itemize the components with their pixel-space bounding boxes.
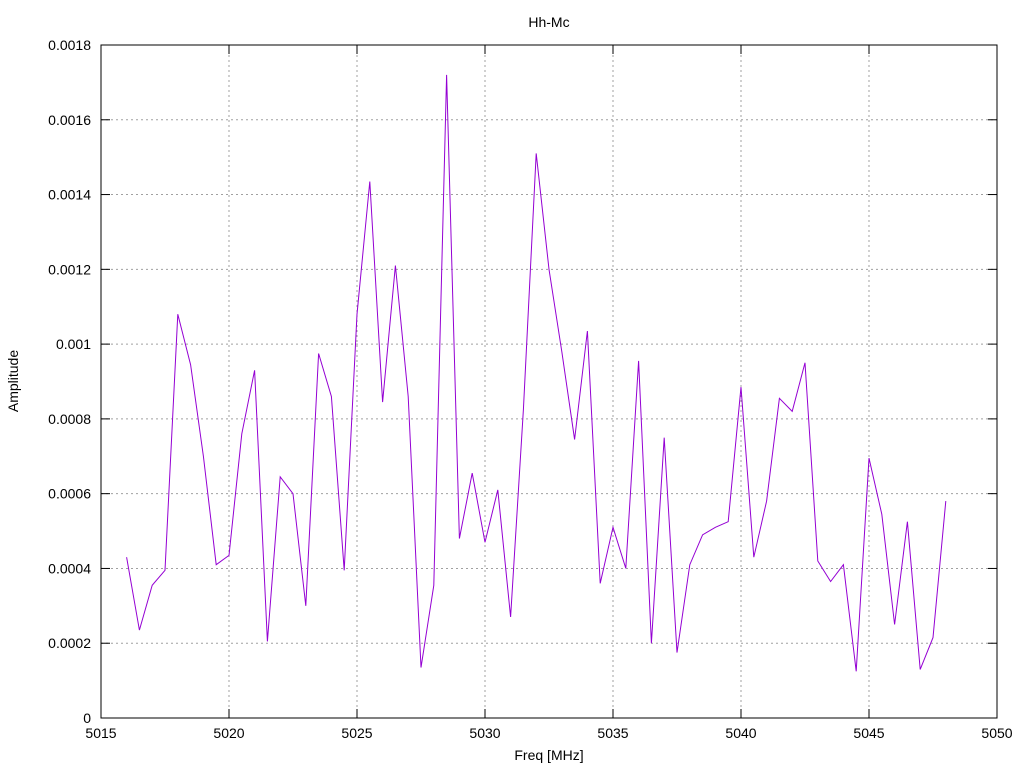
y-tick-label: 0.0008 [48, 411, 91, 427]
x-tick-labels: 5015 5020 5025 5030 5035 5040 5045 5050 [85, 725, 1012, 741]
x-tick-label: 5045 [853, 725, 884, 741]
x-tick-label: 5025 [341, 725, 372, 741]
x-tick-label: 5020 [213, 725, 244, 741]
y-axis-label: Amplitude [5, 350, 21, 412]
x-tick-label: 5040 [725, 725, 756, 741]
series-line [126, 74, 947, 672]
y-tick-label: 0.0002 [48, 635, 91, 651]
y-tick-label: 0.0004 [48, 560, 91, 576]
line-chart: Hh-Mc 0 0.0002 0.0004 0.0006 0.0008 0.001 0.00… [5, 14, 1013, 763]
grid-lines [101, 45, 997, 718]
y-tick-label: 0.0006 [48, 486, 91, 502]
x-tick-label: 5035 [597, 725, 628, 741]
x-axis-label: Freq [MHz] [514, 747, 583, 763]
y-tick-label: 0.001 [56, 336, 91, 352]
x-tick-label: 5015 [85, 725, 116, 741]
axis-ticks [100, 44, 998, 719]
y-tick-label: 0.0012 [48, 261, 91, 277]
x-tick-label: 5030 [469, 725, 500, 741]
y-tick-label: 0.0014 [48, 187, 91, 203]
x-tick-label: 5050 [981, 725, 1012, 741]
chart-title: Hh-Mc [528, 14, 569, 30]
plot-frame [100, 44, 998, 719]
y-tick-label: 0.0016 [48, 112, 91, 128]
y-tick-label: 0 [83, 710, 91, 726]
y-tick-label: 0.0018 [48, 37, 91, 53]
y-tick-labels: 0 0.0002 0.0004 0.0006 0.0008 0.001 0.0012 0.00… [48, 37, 91, 726]
